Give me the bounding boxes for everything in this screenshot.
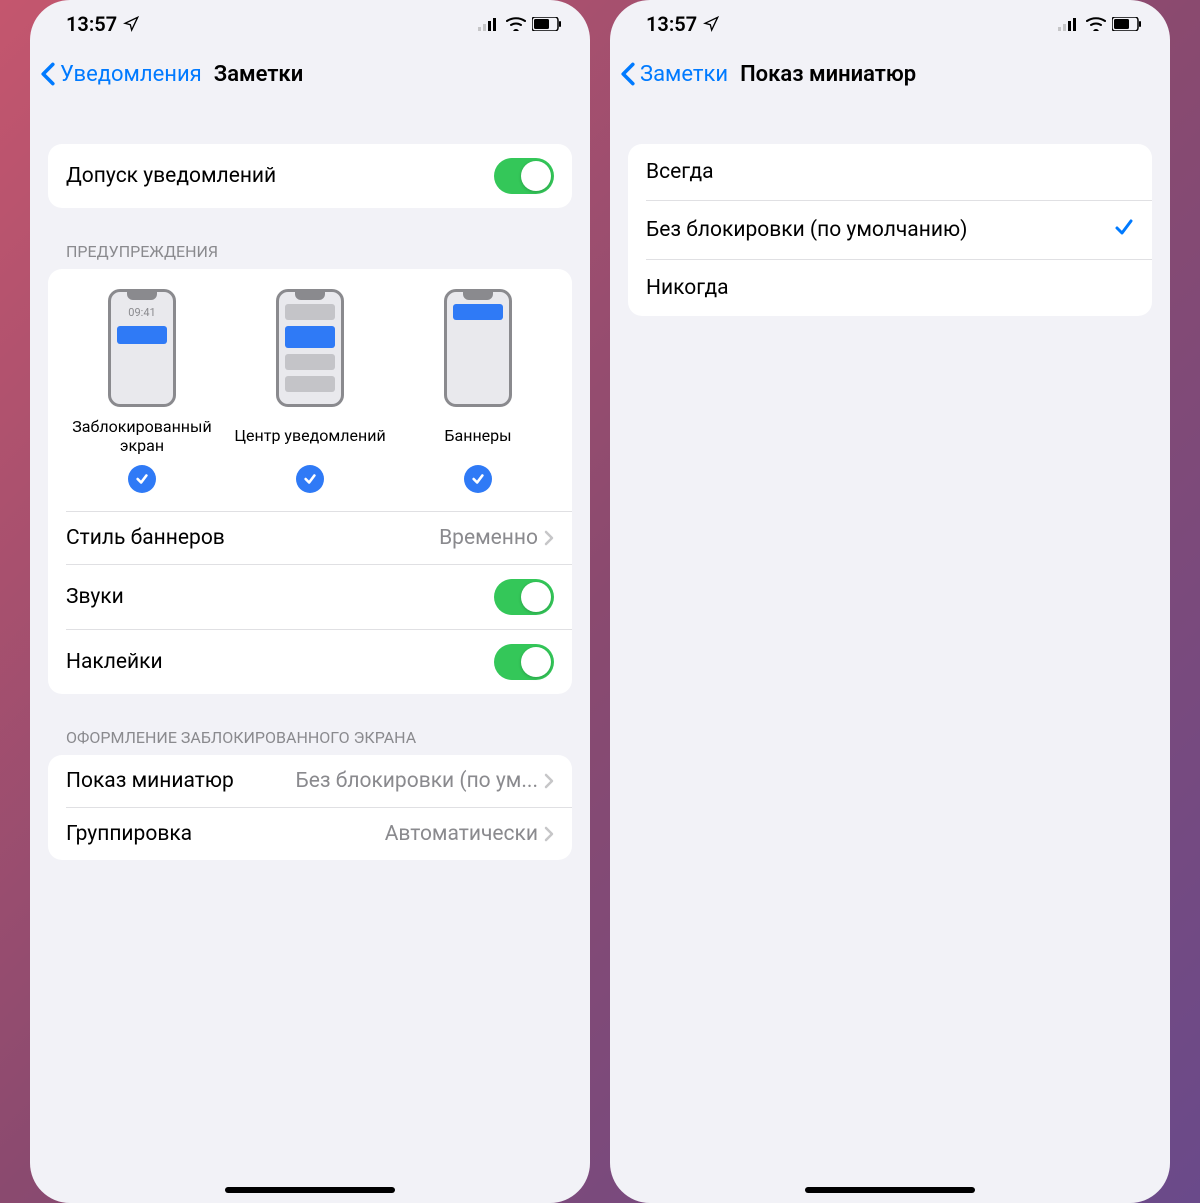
group-lockscreen: Показ миниатюр Без блокировки (по ум... … (48, 755, 572, 860)
nav-bar: Заметки Показ миниатюр (610, 48, 1170, 100)
grouping-label: Группировка (66, 822, 192, 846)
chevron-right-icon (544, 773, 554, 789)
badges-toggle[interactable] (494, 644, 554, 680)
page-title: Показ миниатюр (740, 62, 916, 87)
sounds-label: Звуки (66, 585, 124, 609)
cellular-icon (478, 17, 500, 31)
alert-option-notification-center[interactable]: Центр уведомлений (227, 289, 393, 493)
row-grouping[interactable]: Группировка Автоматически (48, 808, 572, 860)
previews-value: Без блокировки (по ум... (295, 769, 538, 793)
status-icons (478, 17, 562, 31)
alert-check-icon (464, 465, 492, 493)
cellular-icon (1058, 17, 1080, 31)
wifi-icon (1086, 17, 1106, 31)
alert-label: Заблокированный экран (59, 417, 225, 455)
alerts-header: ПРЕДУПРЕЖДЕНИЯ (66, 242, 572, 261)
row-show-previews[interactable]: Показ миниатюр Без блокировки (по ум... (48, 755, 572, 807)
back-label: Заметки (640, 62, 728, 87)
chevron-right-icon (544, 530, 554, 546)
back-button[interactable]: Заметки (620, 62, 728, 87)
back-button[interactable]: Уведомления (40, 62, 202, 87)
lockscreen-preview-icon: 09:41 (108, 289, 176, 407)
sounds-toggle[interactable] (494, 579, 554, 615)
banner-style-value: Временно (439, 526, 538, 550)
home-indicator[interactable] (225, 1187, 395, 1193)
alert-label: Центр уведомлений (234, 417, 385, 455)
group-preview-options: Всегда Без блокировки (по умолчанию) Ник… (628, 144, 1152, 316)
notification-center-preview-icon (276, 289, 344, 407)
option-label: Никогда (646, 276, 729, 300)
location-icon (123, 16, 139, 32)
wifi-icon (506, 17, 526, 31)
option-when-unlocked[interactable]: Без блокировки (по умолчанию) (628, 201, 1152, 259)
chevron-right-icon (544, 826, 554, 842)
battery-icon (532, 17, 562, 31)
alert-option-banners[interactable]: Баннеры (395, 289, 561, 493)
nav-bar: Уведомления Заметки (30, 48, 590, 100)
banners-preview-icon (444, 289, 512, 407)
allow-toggle[interactable] (494, 158, 554, 194)
grouping-value: Автоматически (385, 822, 538, 846)
group-allow: Допуск уведомлений (48, 144, 572, 208)
status-bar: 13:57 (30, 0, 590, 48)
page-title: Заметки (214, 62, 303, 87)
status-icons (1058, 17, 1142, 31)
status-bar: 13:57 (610, 0, 1170, 48)
lock-time: 09:41 (111, 306, 173, 319)
alert-check-icon (128, 465, 156, 493)
option-label: Всегда (646, 160, 714, 184)
badges-label: Наклейки (66, 650, 163, 674)
option-never[interactable]: Никогда (628, 260, 1152, 316)
previews-label: Показ миниатюр (66, 769, 234, 793)
phone-right: 13:57 Заметки Показ миниатюр Всегда Без … (610, 0, 1170, 1203)
battery-icon (1112, 17, 1142, 31)
location-icon (703, 16, 719, 32)
row-banner-style[interactable]: Стиль баннеров Временно (48, 512, 572, 564)
lockscreen-header: ОФОРМЛЕНИЕ ЗАБЛОКИРОВАННОГО ЭКРАНА (66, 728, 572, 747)
alerts-grid: 09:41 Заблокированный экран (48, 269, 572, 511)
row-allow-notifications[interactable]: Допуск уведомлений (48, 144, 572, 208)
allow-label: Допуск уведомлений (66, 164, 276, 188)
status-time: 13:57 (646, 12, 697, 36)
alert-option-lockscreen[interactable]: 09:41 Заблокированный экран (59, 289, 225, 493)
content-right: Всегда Без блокировки (по умолчанию) Ник… (610, 100, 1170, 1203)
back-label: Уведомления (60, 62, 202, 87)
home-indicator[interactable] (805, 1187, 975, 1193)
alert-check-icon (296, 465, 324, 493)
chevron-left-icon (40, 62, 56, 86)
option-always[interactable]: Всегда (628, 144, 1152, 200)
content-left: Допуск уведомлений ПРЕДУПРЕЖДЕНИЯ 09:41 … (30, 100, 590, 1203)
option-label: Без блокировки (по умолчанию) (646, 218, 967, 242)
group-alerts: 09:41 Заблокированный экран (48, 269, 572, 694)
phone-left: 13:57 Уведомления Заметки Допуск уведомл… (30, 0, 590, 1203)
banner-style-label: Стиль баннеров (66, 526, 225, 550)
row-sounds[interactable]: Звуки (48, 565, 572, 629)
row-badges[interactable]: Наклейки (48, 630, 572, 694)
checkmark-icon (1114, 217, 1134, 243)
alert-label: Баннеры (444, 417, 511, 455)
chevron-left-icon (620, 62, 636, 86)
status-time: 13:57 (66, 12, 117, 36)
